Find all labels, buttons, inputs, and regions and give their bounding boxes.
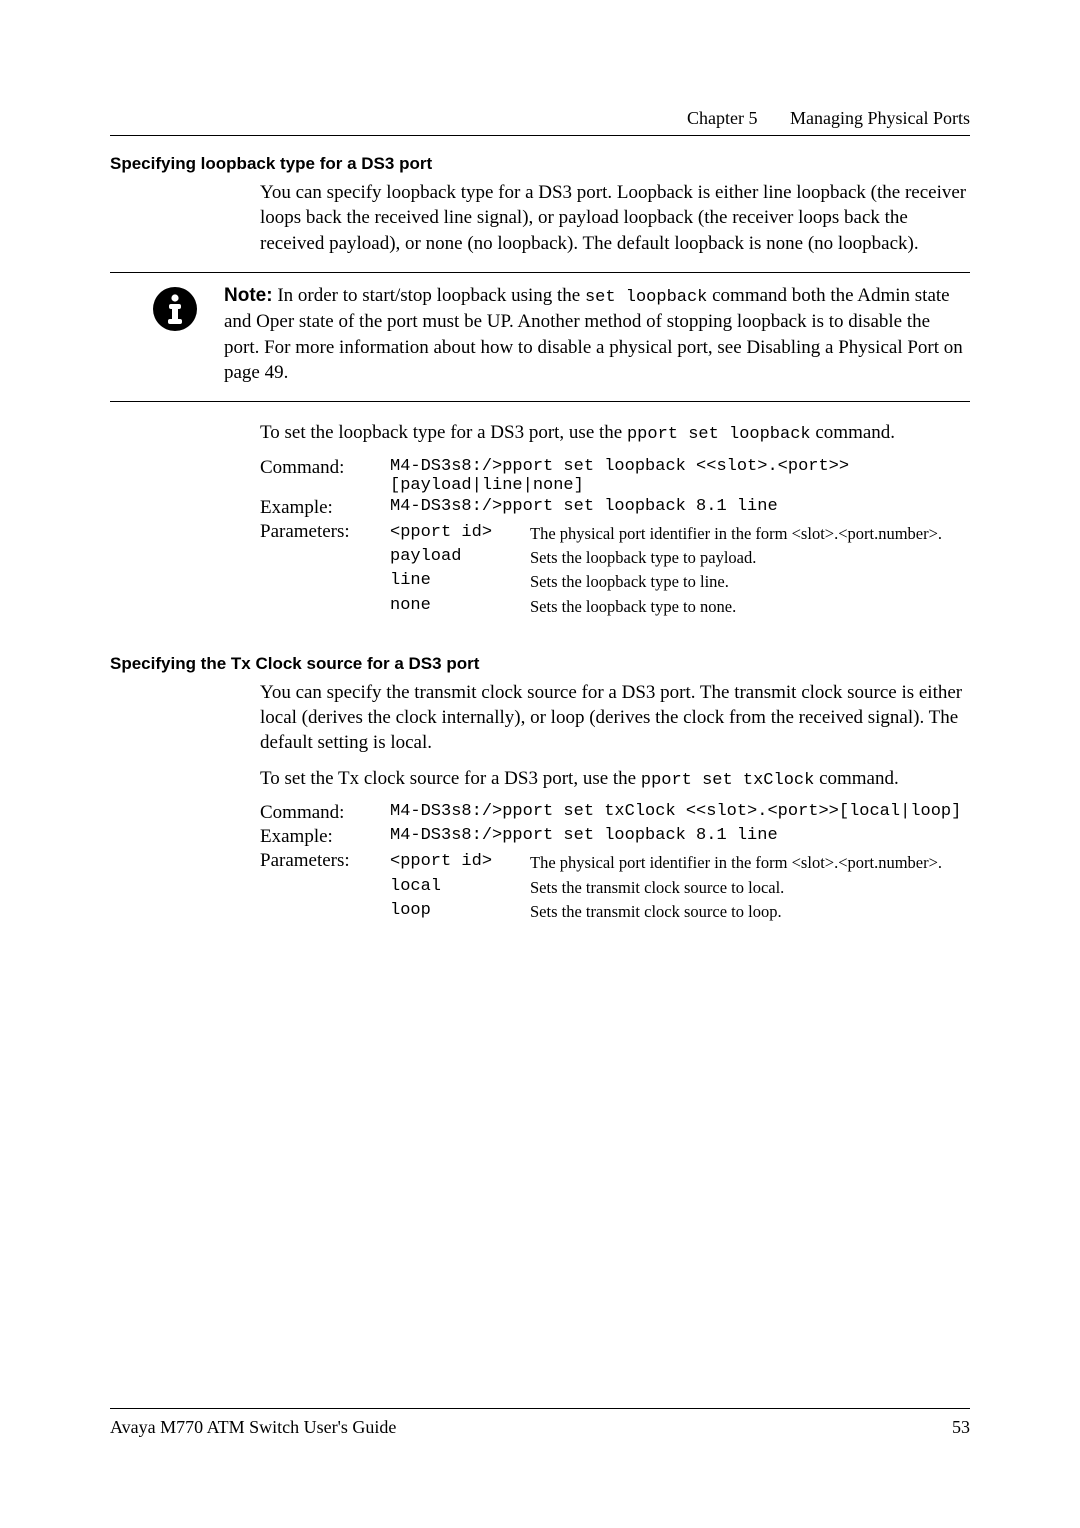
intro-tail: command. [811, 422, 895, 443]
section-body-txclock: You can specify the transmit clock sourc… [260, 680, 970, 792]
param-key: <pport id> [390, 852, 530, 871]
note-block: Note: In order to start/stop loopback us… [110, 283, 970, 385]
intro-text: To set the Tx clock source for a DS3 por… [260, 768, 641, 789]
param-key: <pport id> [390, 523, 530, 542]
chapter-label: Chapter 5 [687, 108, 757, 128]
intro-code: pport set loopback [627, 425, 811, 444]
section-heading-loopback: Specifying loopback type for a DS3 port [110, 154, 970, 174]
example-value: M4-DS3s8:/>pport set loopback 8.1 line [390, 497, 970, 516]
intro-code: pport set txClock [641, 771, 814, 790]
param-key: local [390, 877, 530, 896]
paragraph: You can specify the transmit clock sourc… [260, 680, 970, 756]
parameters-label: Parameters: [260, 521, 390, 543]
intro-text: To set the loopback type for a DS3 port,… [260, 422, 627, 443]
page-footer: Avaya M770 ATM Switch User's Guide 53 [110, 1408, 970, 1438]
command-label: Command: [260, 457, 390, 479]
parameters-label: Parameters: [260, 850, 390, 872]
command-table-loopback: Command: M4-DS3s8:/>pport set loopback <… [260, 457, 970, 620]
footer-page-number: 53 [952, 1417, 970, 1438]
note-code: set loopback [585, 288, 707, 307]
section-body-loopback: You can specify loopback type for a DS3 … [260, 180, 970, 256]
command-value: M4-DS3s8:/>pport set txClock <<slot>.<po… [390, 802, 970, 821]
footer-left: Avaya M770 ATM Switch User's Guide [110, 1417, 396, 1438]
intro-line-loopback: To set the loopback type for a DS3 port,… [260, 420, 970, 447]
param-desc: The physical port identifier in the form… [530, 852, 970, 874]
note-body-part1: In order to start/stop loopback using th… [277, 285, 585, 306]
param-desc: Sets the transmit clock source to loop. [530, 901, 970, 923]
note-text: Note: In order to start/stop loopback us… [224, 283, 970, 385]
param-desc: Sets the loopback type to line. [530, 571, 970, 593]
note-label: Note: [224, 285, 273, 306]
param-key: loop [390, 901, 530, 920]
param-desc: Sets the transmit clock source to local. [530, 877, 970, 899]
example-value: M4-DS3s8:/>pport set loopback 8.1 line [390, 826, 970, 845]
command-value: M4-DS3s8:/>pport set loopback <<slot>.<p… [390, 457, 970, 495]
chapter-header: Chapter 5 Managing Physical Ports [110, 108, 970, 129]
command-table-txclock: Command: M4-DS3s8:/>pport set txClock <<… [260, 802, 970, 925]
parameters-list: <pport id>The physical port identifier i… [390, 850, 970, 925]
info-icon [150, 286, 200, 332]
param-desc: Sets the loopback type to none. [530, 596, 970, 618]
param-desc: Sets the loopback type to payload. [530, 547, 970, 569]
command-label: Command: [260, 802, 390, 824]
intro-tail: command. [814, 768, 898, 789]
param-key: payload [390, 547, 530, 566]
chapter-title: Managing Physical Ports [790, 108, 970, 128]
section-heading-txclock: Specifying the Tx Clock source for a DS3… [110, 654, 970, 674]
parameters-list: <pport id>The physical port identifier i… [390, 521, 970, 620]
example-label: Example: [260, 497, 390, 519]
param-desc: The physical port identifier in the form… [530, 523, 970, 545]
param-key: line [390, 571, 530, 590]
example-label: Example: [260, 826, 390, 848]
paragraph: You can specify loopback type for a DS3 … [260, 180, 970, 256]
param-key: none [390, 596, 530, 615]
